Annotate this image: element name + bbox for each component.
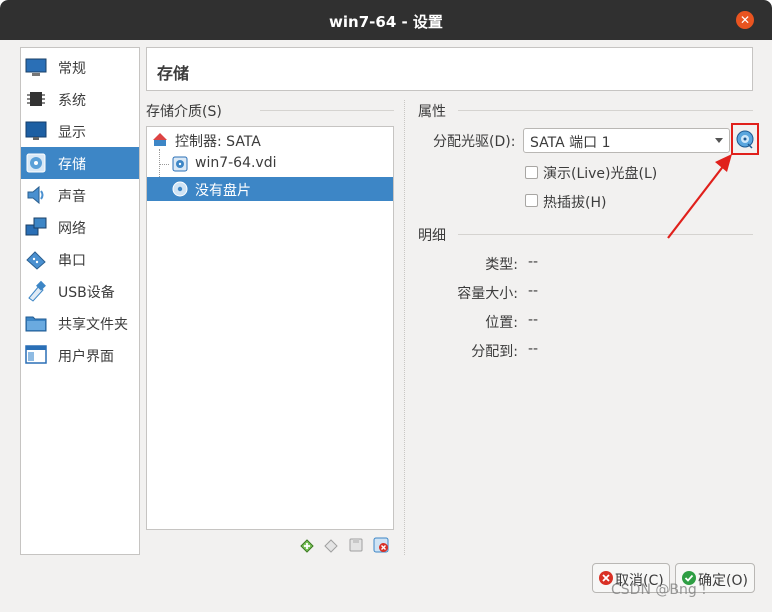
nav-item-audio[interactable]: 声音 [21,179,139,211]
controller-icon [153,133,167,146]
drive-select-value: SATA 端口 1 [530,135,611,151]
attributes-label: 属性 [418,104,446,120]
detail-value-type: -- [528,254,539,270]
nav-label-usb: USB设备 [58,285,115,301]
nav-item-shared-folders[interactable]: 共享文件夹 [21,307,139,339]
nav-item-storage[interactable]: 存储 [21,147,139,179]
tree-text-controller: 控制器: SATA [175,134,261,150]
page-header: 存储 [146,47,753,91]
tree-item-optical[interactable]: 没有盘片 [147,177,393,201]
details-label: 明细 [418,228,446,244]
nav-label-network: 网络 [58,221,86,237]
chevron-down-icon [715,138,723,143]
nav-item-serial[interactable]: 串口 [21,243,139,275]
nav-item-system[interactable]: 系统 [21,83,139,115]
detail-value-attached-to: -- [528,341,539,357]
detail-key-type: 类型: [485,257,518,273]
storage-disk-icon [26,153,46,173]
nav-label-system: 系统 [58,93,86,109]
tree-item-controller[interactable]: 控制器: SATA [147,128,393,152]
nav-item-user-interface[interactable]: 用户界面 [21,339,139,371]
hotplug-label: 热插拔(H) [543,195,607,211]
nav-label-general: 常规 [58,61,86,77]
detail-value-size: -- [528,283,539,299]
details-separator [458,234,753,235]
system-chip-icon [27,92,45,106]
network-icon [25,217,47,236]
shared-folder-icon [25,316,47,332]
nav-label-user-interface: 用户界面 [58,349,114,365]
general-icon [25,58,47,76]
remove-attachment-icon[interactable] [322,536,340,554]
drive-label: 分配光驱(D): [433,134,516,150]
usb-icon [28,280,46,302]
tree-text-hard-disk: win7-64.vdi [195,155,277,171]
choose-disc-icon[interactable] [735,129,755,149]
speaker-icon [27,185,44,205]
nav-label-storage: 存储 [58,157,86,173]
nav-item-usb[interactable]: USB设备 [21,275,139,307]
nav-item-network[interactable]: 网络 [21,211,139,243]
user-interface-icon [25,345,47,364]
settings-window: win7-64 - 设置 ✕ 常规 系统 显示 存储 声音 网络 串口 USB设… [0,0,772,612]
remove-controller-icon[interactable] [372,536,390,554]
hard-disk-icon [172,156,188,172]
tree-text-optical: 没有盘片 [195,183,251,199]
storage-media-label: 存储介质(S) [146,104,222,120]
display-monitor-icon [25,121,47,140]
live-cd-checkbox[interactable] [525,166,538,179]
storage-media-separator [260,110,394,111]
nav-label-serial: 串口 [58,253,86,269]
nav-item-display[interactable]: 显示 [21,115,139,147]
storage-tree: 控制器: SATA win7-64.vdi 没有盘片 [146,126,394,530]
detail-value-location: -- [528,312,539,328]
window-title: win7-64 - 设置 [329,13,443,31]
hotplug-checkbox[interactable] [525,194,538,207]
detail-key-attached-to: 分配到: [471,344,518,360]
close-icon[interactable]: ✕ [736,11,754,29]
tree-item-hard-disk[interactable]: win7-64.vdi [147,152,393,176]
detail-key-size: 容量大小: [457,286,518,302]
nav-label-display: 显示 [58,125,86,141]
live-cd-label: 演示(Live)光盘(L) [543,166,658,182]
drive-select[interactable]: SATA 端口 1 [523,128,730,153]
attributes-separator [458,110,753,111]
watermark: CSDN @Bng ! [611,582,707,598]
title-bar: win7-64 - 设置 ✕ [0,0,772,40]
optical-disc-icon [172,181,188,197]
add-controller-icon[interactable] [347,536,365,554]
nav-item-general[interactable]: 常规 [21,51,139,83]
page-title: 存储 [157,64,190,83]
detail-key-location: 位置: [485,315,518,331]
add-attachment-icon[interactable] [298,536,316,554]
serial-port-icon [26,251,46,270]
settings-nav: 常规 系统 显示 存储 声音 网络 串口 USB设备 共享文件夹 用户界面 [20,47,140,555]
nav-label-audio: 声音 [58,189,86,205]
nav-label-shared-folders: 共享文件夹 [58,317,128,333]
